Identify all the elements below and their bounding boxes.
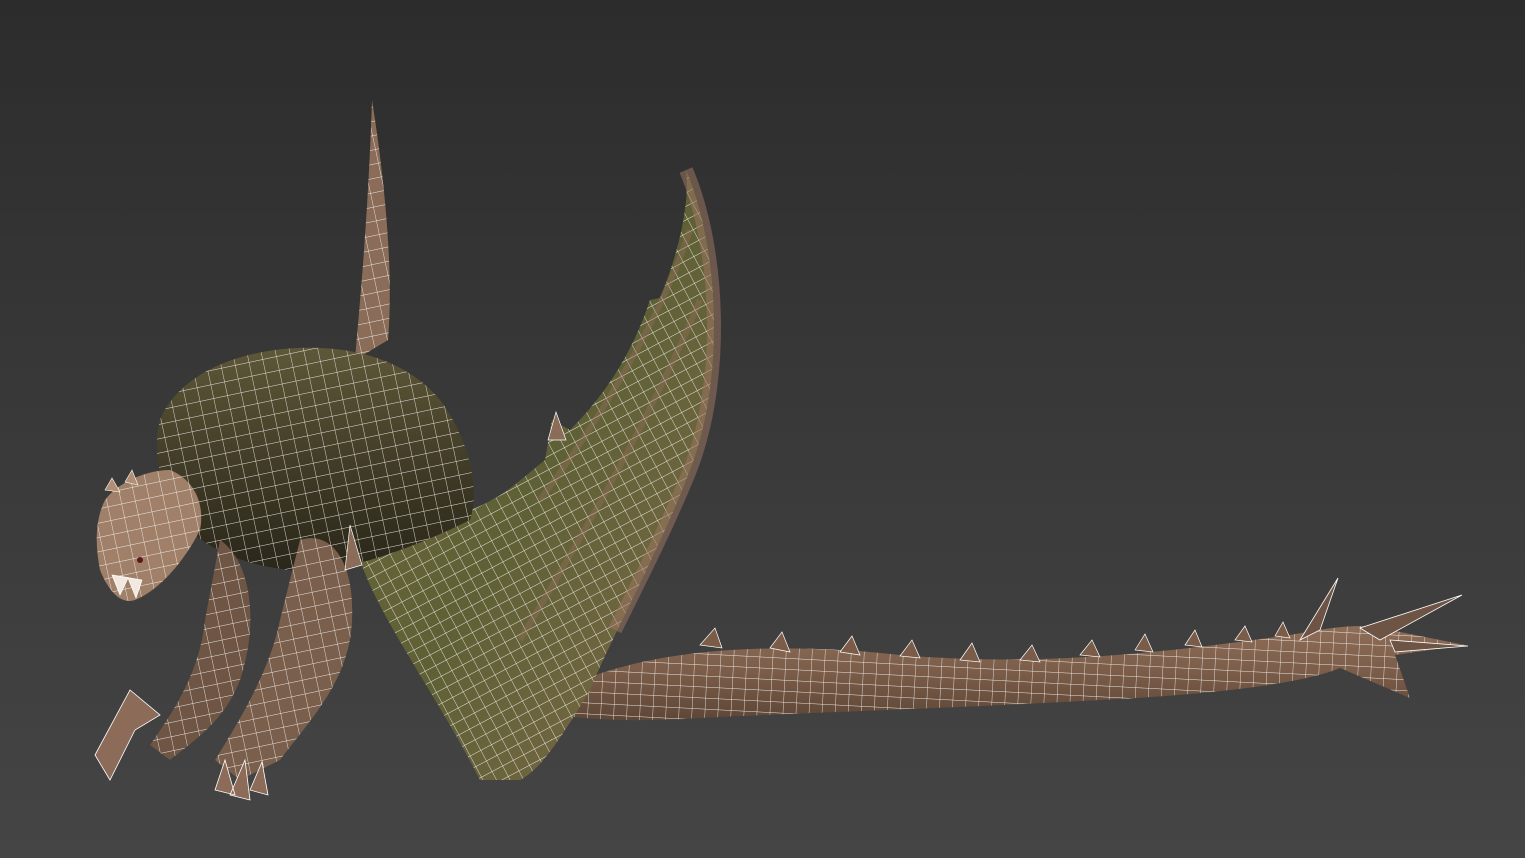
tail (560, 577, 1469, 721)
dragon-wireframe-model[interactable] (0, 0, 1525, 858)
head (96, 469, 202, 601)
body (156, 347, 474, 571)
rear-wing (355, 100, 390, 360)
3d-viewport[interactable] (0, 0, 1525, 858)
